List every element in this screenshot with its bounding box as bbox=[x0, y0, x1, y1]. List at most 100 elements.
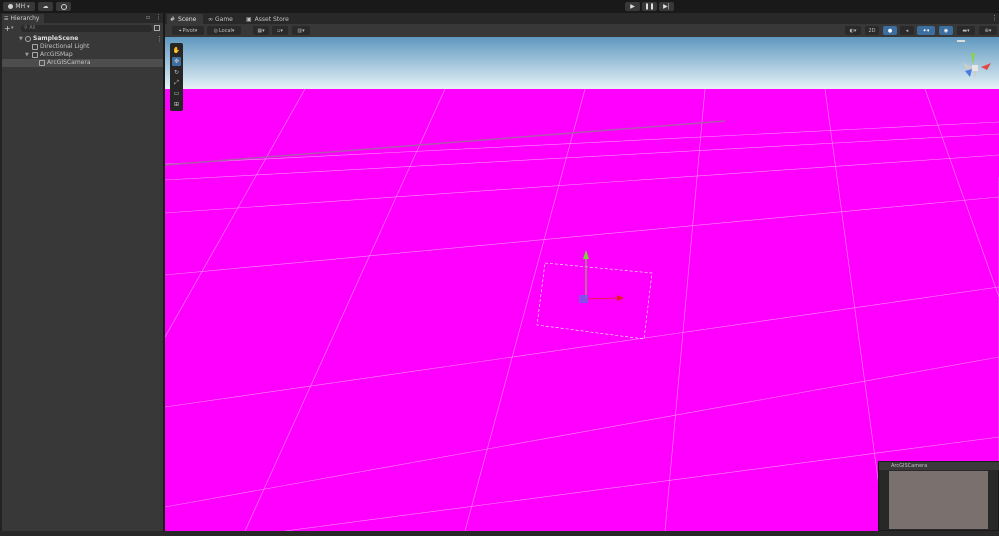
local-icon: ◎ bbox=[213, 27, 218, 34]
gamepad-icon: ∞ bbox=[208, 15, 213, 23]
move-plane-handle bbox=[579, 295, 588, 303]
chevron-down-icon: ▼ bbox=[19, 36, 23, 42]
tree-item-label: ArcGISMap bbox=[40, 51, 73, 58]
snap-increment-button[interactable]: ▫▾ bbox=[272, 26, 288, 35]
grid-icon: ▦▾ bbox=[257, 27, 265, 34]
local-label: Local bbox=[218, 27, 232, 34]
main-toolbar: MH ▾ ☁ ▶ ❚❚ ▶| bbox=[0, 0, 999, 13]
store-icon: ▣ bbox=[246, 15, 252, 23]
more-menu-icon[interactable]: ⋮ bbox=[156, 35, 163, 43]
orientation-gizmo[interactable] bbox=[953, 39, 997, 89]
gameobject-icon bbox=[39, 60, 45, 66]
x-axis-arrow bbox=[617, 295, 624, 301]
rotate-tool-icon[interactable]: ↻ bbox=[172, 68, 181, 77]
cloud-icon: ☁ bbox=[42, 3, 49, 10]
effects-icon: ✦▾ bbox=[922, 27, 930, 34]
camera-preview-screen bbox=[889, 471, 988, 529]
camera-preview-title: ArcGISCamera bbox=[879, 462, 999, 470]
tab-game[interactable]: ∞ Game bbox=[205, 14, 241, 24]
chevron-down-icon: ▾ bbox=[231, 27, 235, 34]
hierarchy-panel: ☰ Hierarchy ▫ ⋮ + ▾ ⚲ All ▼ SampleScene … bbox=[2, 13, 163, 531]
add-button[interactable]: + bbox=[4, 24, 11, 33]
lightbulb-icon: ● bbox=[887, 27, 893, 34]
camera-frustum bbox=[536, 262, 653, 340]
camera-preview: ArcGISCamera bbox=[878, 461, 999, 531]
shading-icon: ◐▾ bbox=[849, 27, 857, 34]
grid-overlay bbox=[165, 88, 999, 531]
grid-snap-button[interactable]: ▦▾ bbox=[253, 26, 269, 35]
tree-item-directional-light[interactable]: Directional Light bbox=[2, 43, 163, 51]
2d-label: 2D bbox=[868, 27, 876, 34]
camera-icon: ▬▾ bbox=[962, 27, 970, 34]
gizmo-x-cone bbox=[981, 63, 991, 70]
tab-scene-label: Scene bbox=[178, 15, 197, 23]
tab-game-label: Game bbox=[215, 15, 233, 23]
user-icon bbox=[8, 4, 14, 9]
local-dropdown[interactable]: ◎ Local ▾ bbox=[207, 26, 241, 35]
camera-gizmo bbox=[536, 250, 653, 340]
play-button[interactable]: ▶ bbox=[625, 2, 640, 11]
scene-viewport[interactable]: ✋ ✥ ↻ ⤢ ▭ ⊞ bbox=[165, 37, 999, 531]
search-options-icon[interactable] bbox=[154, 25, 160, 31]
tree-item-label: ArcGISCamera bbox=[47, 59, 91, 66]
camera-settings-dropdown[interactable]: ▬▾ bbox=[957, 26, 975, 35]
more-menu-icon[interactable]: ⋮ bbox=[991, 14, 998, 22]
tree-item-arcgismap[interactable]: ▼ ArcGISMap bbox=[2, 51, 163, 59]
bottom-panel-tabs bbox=[0, 531, 999, 536]
chevron-down-icon: ▾ bbox=[27, 3, 30, 10]
tab-hierarchy[interactable]: ☰ Hierarchy bbox=[2, 14, 44, 23]
gizmo-menu-icon bbox=[957, 40, 965, 42]
step-icon: ▶| bbox=[663, 3, 670, 10]
account-dropdown[interactable]: MH ▾ bbox=[3, 2, 35, 11]
account-label: MH bbox=[15, 3, 26, 10]
more-menu-icon[interactable]: ⋮ bbox=[155, 13, 162, 21]
hash-icon: # bbox=[170, 15, 176, 23]
gizmos-dropdown[interactable]: ⊕▾ bbox=[979, 26, 997, 35]
pivot-label: Pivot bbox=[182, 27, 195, 34]
x-axis-line bbox=[585, 297, 618, 300]
gameobject-icon bbox=[32, 44, 38, 50]
gameobject-icon bbox=[32, 52, 38, 58]
ruler-icon: ▥▾ bbox=[297, 27, 305, 34]
audio-toggle[interactable]: ◂ bbox=[900, 26, 914, 35]
pivot-dropdown[interactable]: ⌖ Pivot ▾ bbox=[172, 26, 204, 35]
scene-toolbar: ⌖ Pivot ▾ ◎ Local ▾ ▦▾ ▫▾ ▥▾ ◐▾ 2D ● ◂ ✦… bbox=[165, 24, 999, 37]
snap-icon: ▫▾ bbox=[277, 27, 283, 34]
rect-tool-icon[interactable]: ▭ bbox=[172, 89, 181, 98]
tab-scene[interactable]: # Scene bbox=[167, 14, 203, 24]
unity-scene-icon bbox=[25, 36, 31, 42]
draw-mode-button[interactable]: ◐▾ bbox=[845, 26, 861, 35]
tree-item-label: Directional Light bbox=[40, 43, 90, 50]
lock-icon[interactable]: ▫ bbox=[146, 14, 150, 21]
scene-panel: # Scene ∞ Game ▣ Asset Store ⋮ ⌖ Pivot ▾… bbox=[165, 13, 999, 531]
tree-item-label: SampleScene bbox=[33, 35, 79, 42]
lighting-toggle[interactable]: ● bbox=[883, 26, 897, 35]
gizmo-y-cone bbox=[971, 53, 975, 65]
tree-item-arcgiscamera[interactable]: ArcGISCamera bbox=[2, 59, 163, 67]
search-placeholder: All bbox=[29, 25, 36, 31]
transform-tool-icon[interactable]: ⊞ bbox=[172, 100, 181, 109]
tool-palette: ✋ ✥ ↻ ⤢ ▭ ⊞ bbox=[170, 43, 183, 111]
hand-tool-icon[interactable]: ✋ bbox=[172, 46, 181, 55]
step-button[interactable]: ▶| bbox=[659, 2, 674, 11]
tab-asset-store-label: Asset Store bbox=[254, 15, 289, 23]
chevron-down-icon: ▾ bbox=[11, 25, 14, 31]
cloud-button[interactable]: ☁ bbox=[38, 2, 53, 11]
pause-button[interactable]: ❚❚ bbox=[642, 2, 657, 11]
tab-asset-store[interactable]: ▣ Asset Store bbox=[243, 14, 291, 24]
y-axis-arrow bbox=[583, 250, 589, 259]
history-icon bbox=[60, 3, 67, 10]
tree-item-samplescene[interactable]: ▼ SampleScene ⋮ bbox=[2, 35, 163, 43]
pause-icon: ❚❚ bbox=[644, 3, 655, 10]
hierarchy-search-input[interactable]: ⚲ All bbox=[21, 25, 152, 32]
move-tool-icon[interactable]: ✥ bbox=[172, 57, 181, 66]
history-button[interactable] bbox=[56, 2, 71, 11]
ruler-button[interactable]: ▥▾ bbox=[292, 26, 310, 35]
eye-icon: ◉ bbox=[943, 27, 949, 34]
effects-dropdown[interactable]: ✦▾ bbox=[917, 26, 935, 35]
gizmos-icon: ⊕▾ bbox=[984, 27, 992, 34]
2d-toggle[interactable]: 2D bbox=[865, 26, 879, 35]
hidden-objects-toggle[interactable]: ◉ bbox=[939, 26, 953, 35]
scale-tool-icon[interactable]: ⤢ bbox=[172, 78, 181, 87]
gizmo-z-cone bbox=[965, 69, 972, 77]
